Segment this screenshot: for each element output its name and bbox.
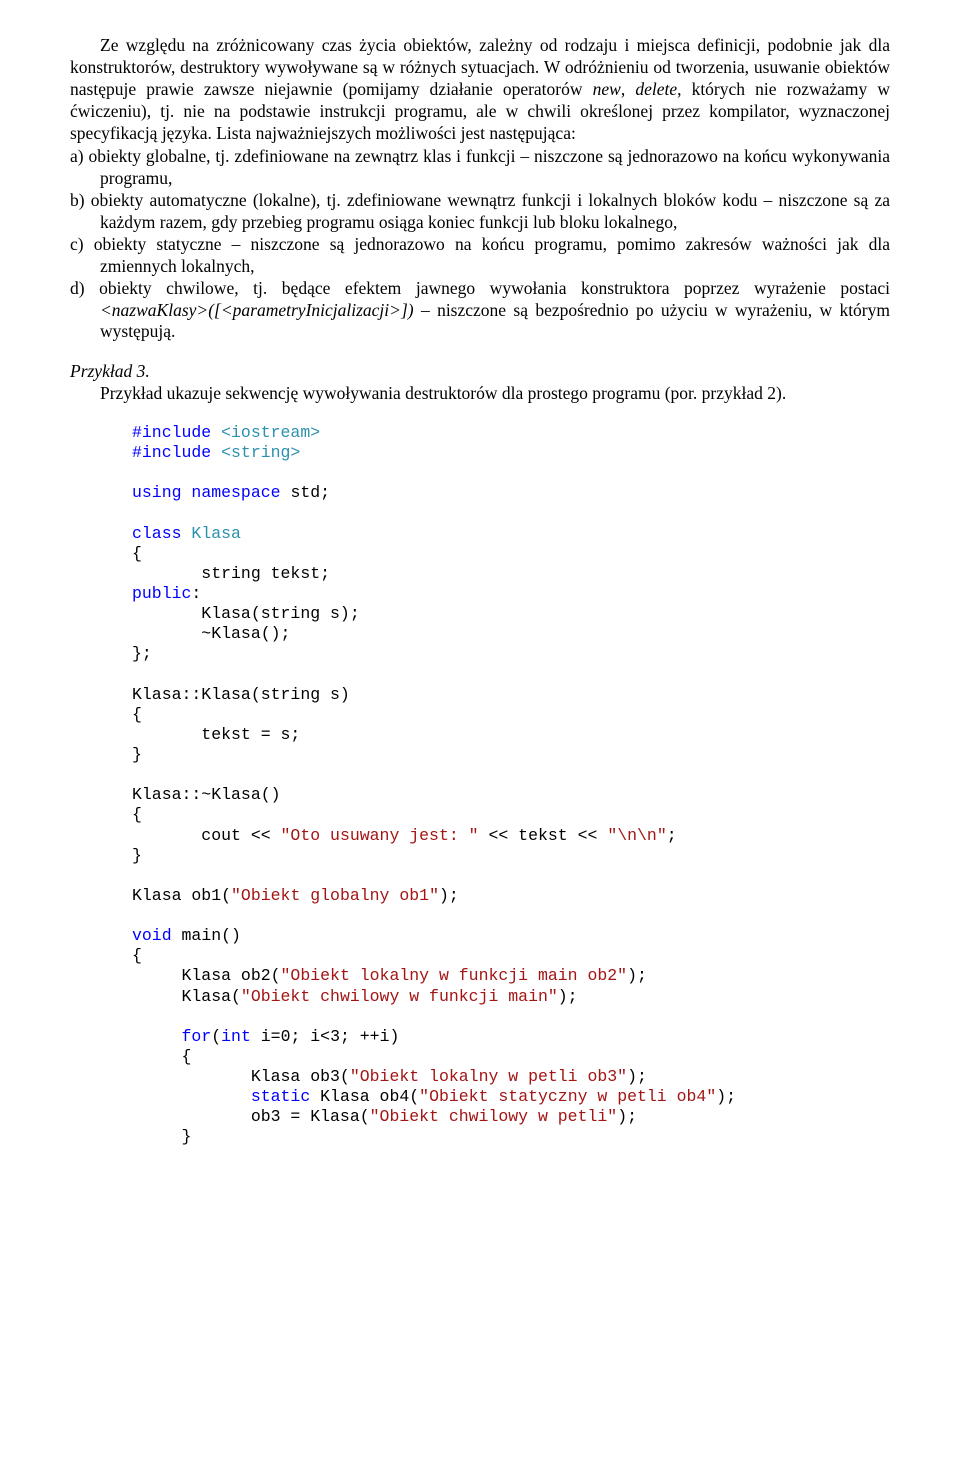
code-token: "\n\n"	[607, 826, 666, 845]
code-token: :	[191, 584, 201, 603]
ordered-list: a) obiekty globalne, tj. zdefiniowane na…	[70, 146, 890, 343]
code-token: main()	[172, 926, 241, 945]
code-token: Klasa	[191, 524, 241, 543]
code-token: <string>	[211, 443, 300, 462]
code-token: void	[132, 926, 172, 945]
code-token: {	[132, 705, 142, 724]
code-token: "Obiekt lokalny w petli ob3"	[350, 1067, 627, 1086]
code-token: Klasa ob2(	[132, 966, 281, 985]
code-token: Klasa ob1(	[132, 886, 231, 905]
code-token: tekst = s;	[132, 725, 300, 744]
code-token: using	[132, 483, 182, 502]
code-token: {	[132, 805, 142, 824]
example-description: Przykład ukazuje sekwencję wywoływania d…	[70, 383, 890, 405]
code-token: "Obiekt chwilowy w petli"	[370, 1107, 618, 1126]
code-token: }	[132, 745, 142, 764]
text: d) obiekty chwilowe, tj. będące efektem …	[70, 278, 890, 298]
code-token	[182, 524, 192, 543]
code-token: int	[221, 1027, 251, 1046]
code-token: (	[211, 1027, 221, 1046]
code-token	[132, 1027, 182, 1046]
code-token: Klasa::~Klasa()	[132, 785, 281, 804]
code-token: Klasa ob3(	[132, 1067, 350, 1086]
list-item-a: a) obiekty globalne, tj. zdefiniowane na…	[70, 146, 890, 190]
code-token	[182, 483, 192, 502]
code-token: ;	[667, 826, 677, 845]
code-token	[132, 1087, 251, 1106]
code-token: class	[132, 524, 182, 543]
italic-new: new	[593, 79, 621, 99]
code-token: for	[182, 1027, 212, 1046]
code-token: ~Klasa();	[132, 624, 290, 643]
code-token: };	[132, 644, 152, 663]
italic-expr: <nazwaKlasy>([<parametryInicjalizacji>])	[100, 300, 414, 320]
code-token: );	[558, 987, 578, 1006]
list-item-d: d) obiekty chwilowe, tj. będące efektem …	[70, 278, 890, 344]
italic-delete: delete	[635, 79, 677, 99]
code-token: #include	[132, 443, 211, 462]
code-token: "Obiekt globalny ob1"	[231, 886, 439, 905]
code-token: );	[627, 966, 647, 985]
code-token: "Obiekt lokalny w funkcji main ob2"	[281, 966, 628, 985]
example-label: Przykład 3.	[70, 361, 890, 383]
code-token: #include	[132, 423, 211, 442]
code-token: cout <<	[132, 826, 281, 845]
list-item-c: c) obiekty statyczne – niszczone są jedn…	[70, 234, 890, 278]
text: ,	[621, 79, 635, 99]
code-token: "Obiekt statyczny w petli ob4"	[419, 1087, 716, 1106]
code-token: Klasa::Klasa(string s)	[132, 685, 350, 704]
code-token: Klasa ob4(	[310, 1087, 419, 1106]
code-token: ob3 = Klasa(	[132, 1107, 370, 1126]
code-token: );	[627, 1067, 647, 1086]
code-token: <iostream>	[211, 423, 320, 442]
code-token: Klasa(string s);	[132, 604, 360, 623]
code-token: }	[132, 846, 142, 865]
code-token: );	[439, 886, 459, 905]
code-token: );	[617, 1107, 637, 1126]
code-token: Klasa(	[132, 987, 241, 1006]
code-token: std;	[281, 483, 331, 502]
code-token: {	[132, 946, 142, 965]
code-token: << tekst <<	[479, 826, 608, 845]
code-token: "Obiekt chwilowy w funkcji main"	[241, 987, 558, 1006]
list-item-b: b) obiekty automatyczne (lokalne), tj. z…	[70, 190, 890, 234]
code-block: #include <iostream> #include <string> us…	[132, 423, 890, 1148]
code-token: );	[716, 1087, 736, 1106]
code-token: }	[132, 1127, 191, 1146]
code-token: namespace	[191, 483, 280, 502]
paragraph-intro: Ze względu na zróżnicowany czas życia ob…	[70, 35, 890, 144]
code-token: string tekst;	[132, 564, 330, 583]
code-token: public	[132, 584, 191, 603]
code-token: static	[251, 1087, 310, 1106]
code-token: {	[132, 544, 142, 563]
code-token: i=0; i<3; ++i)	[251, 1027, 400, 1046]
code-token: {	[132, 1047, 191, 1066]
code-token: "Oto usuwany jest: "	[281, 826, 479, 845]
